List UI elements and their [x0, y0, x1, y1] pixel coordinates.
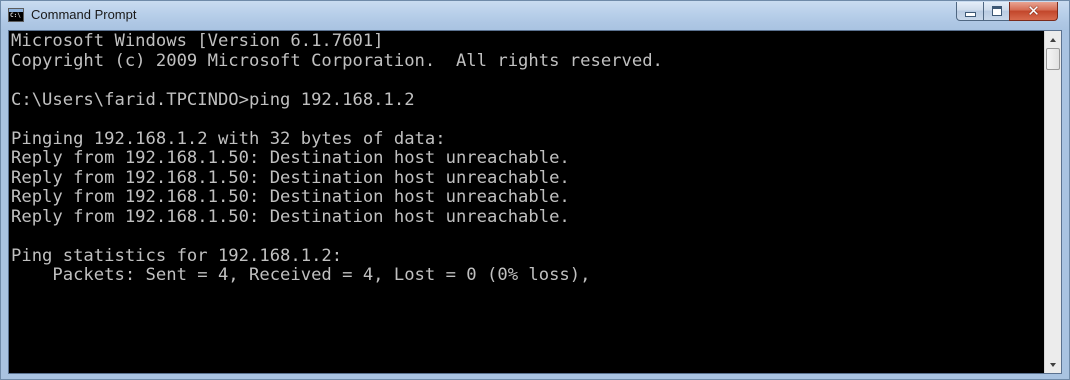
command-prompt-window: C:\ Command Prompt ✕ Microsoft Windows [… [0, 0, 1070, 380]
window-title: Command Prompt [31, 7, 137, 22]
arrow-down-icon [1050, 362, 1056, 367]
command-prompt-icon[interactable]: C:\ [8, 8, 24, 22]
console-output[interactable]: Microsoft Windows [Version 6.1.7601] Copy… [11, 31, 1043, 374]
console-line: Packets: Sent = 4, Received = 4, Lost = … [11, 265, 591, 285]
arrow-up-icon [1050, 37, 1056, 42]
icon-prompt-glyph: C:\ [10, 12, 21, 19]
maximize-button[interactable] [983, 2, 1010, 21]
close-icon: ✕ [1027, 1, 1040, 20]
console-line: C:\Users\farid.TPCINDO>ping 192.168.1.2 [11, 89, 415, 110]
minimize-button[interactable] [956, 2, 984, 21]
console-line: Copyright (c) 2009 Microsoft Corporation… [11, 50, 663, 71]
scroll-down-button[interactable] [1045, 356, 1061, 373]
console-line: Pinging 192.168.1.2 with 32 bytes of dat… [11, 128, 446, 149]
console-line: Reply from 192.168.1.50: Destination hos… [11, 187, 570, 207]
minimize-icon [964, 12, 976, 17]
title-bar[interactable]: C:\ Command Prompt ✕ [1, 1, 1069, 30]
console-line: Reply from 192.168.1.50: Destination hos… [11, 167, 570, 188]
console-line: Microsoft Windows [Version 6.1.7601] [11, 31, 384, 51]
scroll-up-button[interactable] [1045, 31, 1061, 48]
console-line: Reply from 192.168.1.50: Destination hos… [11, 206, 570, 227]
vertical-scrollbar[interactable] [1044, 31, 1061, 373]
close-button[interactable]: ✕ [1009, 2, 1058, 21]
console-line: Ping statistics for 192.168.1.2: [11, 245, 343, 266]
console-area[interactable]: Microsoft Windows [Version 6.1.7601] Copy… [8, 30, 1062, 374]
maximize-icon [991, 6, 1002, 16]
console-line: Reply from 192.168.1.50: Destination hos… [11, 148, 570, 168]
scrollbar-thumb[interactable] [1046, 48, 1060, 70]
